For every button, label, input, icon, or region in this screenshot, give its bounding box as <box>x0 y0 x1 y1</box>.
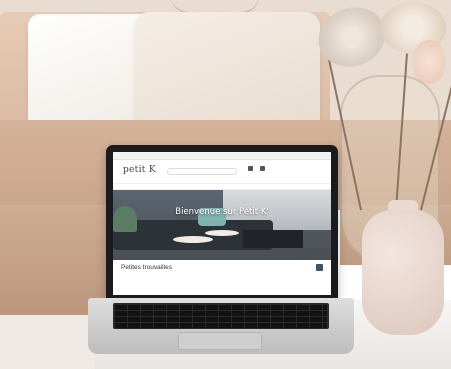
key-row <box>115 317 327 322</box>
hero-coffee-table <box>173 236 213 243</box>
search-input[interactable] <box>167 168 237 175</box>
photo-scene: petit K Bienvenue sur Petit K' Petites t… <box>0 0 451 369</box>
key-row <box>115 323 327 328</box>
account-icon[interactable] <box>248 166 253 171</box>
key-row <box>115 311 327 316</box>
chat-button[interactable] <box>316 264 323 271</box>
trackpad <box>178 332 262 350</box>
site-header: petit K <box>113 161 331 183</box>
key-row <box>115 305 327 310</box>
section-title: Petites trouvailles <box>121 264 172 271</box>
laptop-screen: petit K Bienvenue sur Petit K' Petites t… <box>113 152 331 295</box>
site-topbar <box>113 152 331 160</box>
ceramic-vase <box>362 210 444 335</box>
hero-title: Bienvenue sur Petit K' <box>175 207 269 217</box>
keyboard <box>113 303 329 329</box>
pink-bloom <box>412 40 446 84</box>
site-nav <box>113 183 331 190</box>
beige-cushion <box>135 12 320 137</box>
cart-icon[interactable] <box>260 166 265 171</box>
hero-stool <box>243 230 303 248</box>
site-logo[interactable]: petit K <box>123 165 156 175</box>
hero-banner: Bienvenue sur Petit K' <box>113 190 331 260</box>
hero-side-table <box>205 230 239 236</box>
